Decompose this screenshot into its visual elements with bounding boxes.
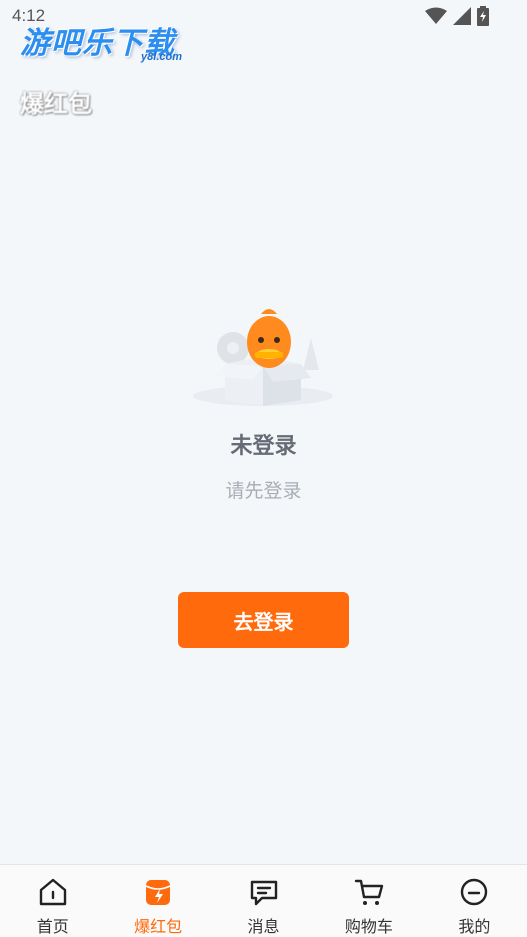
profile-icon: [457, 875, 491, 909]
home-icon: [36, 875, 70, 909]
message-icon: [247, 875, 281, 909]
battery-icon: [477, 6, 489, 26]
signal-icon: [453, 7, 471, 25]
tab-home-label: 首页: [36, 917, 69, 936]
tab-profile[interactable]: 我的: [422, 865, 527, 937]
empty-box-mascot-illustration: [193, 309, 333, 406]
tab-messages-label: 消息: [247, 917, 280, 936]
cart-icon: [352, 875, 386, 909]
tab-messages[interactable]: 消息: [211, 865, 316, 937]
tab-cart[interactable]: 购物车: [316, 865, 421, 937]
login-button[interactable]: 去登录: [178, 592, 349, 648]
empty-state-subtitle: 请先登录: [225, 480, 302, 502]
red-packet-icon: [141, 875, 175, 909]
watermark-logo: 游吧乐下载 y8l.com: [20, 18, 190, 68]
tab-home[interactable]: 首页: [0, 865, 105, 937]
wifi-icon: [425, 7, 447, 24]
tab-red-packet-label: 爆红包: [134, 917, 183, 936]
empty-state-title: 未登录: [230, 434, 297, 459]
bottom-tab-bar: 首页 爆红包 消息 购物车 我的: [0, 864, 527, 937]
watermark-sub: y8l.com: [141, 51, 182, 63]
status-icons: [425, 6, 489, 26]
tab-cart-label: 购物车: [344, 917, 393, 936]
tab-red-packet[interactable]: 爆红包: [105, 865, 210, 937]
page-title: 爆红包: [20, 90, 92, 118]
tab-profile-label: 我的: [458, 917, 491, 936]
